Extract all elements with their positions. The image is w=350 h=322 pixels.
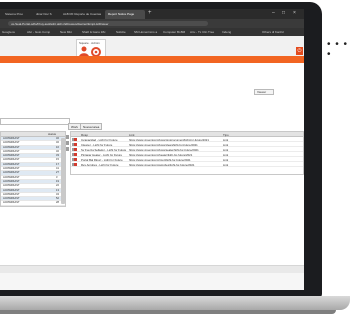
row-code: ACDWRKAST xyxy=(3,184,20,188)
address-bar: ux-Seal-Portal-sdfo/hhuy.asd/adn/.aldr.r… xyxy=(0,19,304,28)
row-count: 3 xyxy=(56,175,58,179)
new-tab-button[interactable]: + xyxy=(148,10,152,16)
row-code: ACDWRKAST xyxy=(3,141,20,145)
row-link[interactable]: https://www.ypoemicom/aprobes/light-for-… xyxy=(129,163,194,166)
row-count: 32 xyxy=(56,141,59,145)
table-body: Incapacidad - Light for Future https://ww… xyxy=(71,137,303,167)
row-count: 52 xyxy=(56,197,59,201)
bookmark[interactable]: New Mkt xyxy=(60,30,72,34)
laptop-foot xyxy=(0,310,336,314)
row-name: Rev Aprobes - Light for Future xyxy=(81,163,119,167)
edit-icon[interactable] xyxy=(74,153,77,156)
minimize-icon[interactable]: – xyxy=(272,10,275,16)
row-code: ACDWRKAST xyxy=(3,197,20,201)
row-code: ACDWRKAST xyxy=(3,137,20,140)
browser-tab[interactable]: Sistema Proo xyxy=(2,10,32,19)
browser-tab-bar: Sistema Proo dinar Doc S ALB RF Reporte … xyxy=(0,9,304,19)
laptop-base xyxy=(0,296,350,310)
row-code: ACDWRKAST xyxy=(3,162,20,166)
row-code: ACDWRKAST xyxy=(3,171,20,175)
row-code: ACDWRKAST xyxy=(3,154,20,158)
app-header xyxy=(0,36,304,58)
edit-icon[interactable] xyxy=(74,163,77,166)
maximize-icon[interactable]: □ xyxy=(282,10,285,16)
row-code: ACDWRKAST xyxy=(3,192,20,196)
row-type: Link xyxy=(223,163,229,167)
tab-work[interactable]: Work xyxy=(68,123,81,130)
filter-input[interactable] xyxy=(0,118,70,125)
bookmark[interactable]: sCu - Tx Clin Tree xyxy=(190,30,214,34)
edit-icon[interactable] xyxy=(74,138,77,141)
bookmark[interactable]: Solicite xyxy=(116,30,126,34)
laptop-screen: Sistema Proo dinar Doc S ALB RF Reporte … xyxy=(0,9,304,290)
browser-tab[interactable]: dinar Doc S xyxy=(33,10,59,19)
edit-icon[interactable] xyxy=(74,158,77,161)
row-count: 32 xyxy=(56,137,59,140)
row-code: ACDWRKAST xyxy=(3,145,20,149)
table-body: ACDWRKAST 32 ACDWRKAST 32 ACDWRKAST 16 ACDWRKA… xyxy=(1,137,65,206)
row-count: 16 xyxy=(56,145,59,149)
row-code: ACDWRKAST xyxy=(3,149,20,153)
row-code: ACDWRKAST xyxy=(3,179,20,183)
table-row[interactable]: ACDWRKAST 28 xyxy=(1,201,65,206)
footer xyxy=(0,273,304,290)
power-icon[interactable]: ⏻ xyxy=(296,47,303,55)
row-count: 27 xyxy=(56,171,59,175)
right-table: Rcap Link Tipo Incapacidad - Light for F… xyxy=(70,131,304,175)
empty-area xyxy=(0,207,304,265)
bookmark[interactable]: SM Home/mms a xyxy=(134,30,157,34)
move-icon[interactable] xyxy=(66,141,69,145)
row-code: ACDWRKAST xyxy=(3,188,20,192)
row-count: 22 xyxy=(56,184,59,188)
row-count: 41 xyxy=(56,167,59,171)
table-row[interactable]: Rev Aprobes - Light for Future https://ww… xyxy=(71,162,303,167)
row-count: 33 xyxy=(56,154,59,158)
edit-icon[interactable] xyxy=(74,148,77,151)
tab-nueva-tarea[interactable]: Nueva tarea xyxy=(80,123,103,130)
row-count: 17 xyxy=(56,162,59,166)
bookmark[interactable]: Google-le xyxy=(2,30,15,34)
browser-tab[interactable]: ALB RF Reporte de Cuentas xyxy=(60,10,104,19)
close-icon[interactable]: × xyxy=(293,10,296,16)
scrollbar[interactable] xyxy=(61,138,65,204)
row-code: ACDWRKAST xyxy=(3,158,20,162)
row-count: 34 xyxy=(56,192,59,196)
ellipsis: • • • • xyxy=(327,39,349,60)
browser-tab-active[interactable]: Report Notice Page xyxy=(105,10,145,19)
left-table: status ACDWRKAST 32 ACDWRKAST 32 ACDWRKAST 16… xyxy=(0,131,66,207)
row-count: 32 xyxy=(56,149,59,153)
row-code: ACDWRKAST xyxy=(3,201,20,205)
edit-icon[interactable] xyxy=(74,143,77,146)
bookmark[interactable]: Others di Kanfid xyxy=(262,30,284,34)
bookmark[interactable]: Computer Bi-BM xyxy=(163,30,185,34)
row-count: 13 xyxy=(56,188,59,192)
app-nav-bar xyxy=(0,56,304,63)
row-count: 28 xyxy=(56,201,59,205)
url-input[interactable]: ux-Seal-Portal-sdfo/hhuy.asd/adn/.aldr.r… xyxy=(8,21,208,26)
move-icon[interactable] xyxy=(66,147,69,151)
row-count: 15 xyxy=(56,158,59,162)
viewer-select[interactable]: Viewer xyxy=(254,89,274,95)
row-code: ACDWRKAST xyxy=(3,175,20,179)
footer-band xyxy=(0,265,304,273)
bookmarks-bar: Google-le Abc - Goto Comp New Mkt Shaft … xyxy=(0,28,304,36)
bookmark[interactable]: Indeng xyxy=(222,30,231,34)
bookmark[interactable]: Abc - Goto Comp xyxy=(27,30,50,34)
move-icon[interactable] xyxy=(66,135,69,139)
bookmark[interactable]: Shaft & Gans 18x xyxy=(82,30,106,34)
row-count: 19 xyxy=(56,179,59,183)
row-code: ACDWRKAST xyxy=(3,167,20,171)
